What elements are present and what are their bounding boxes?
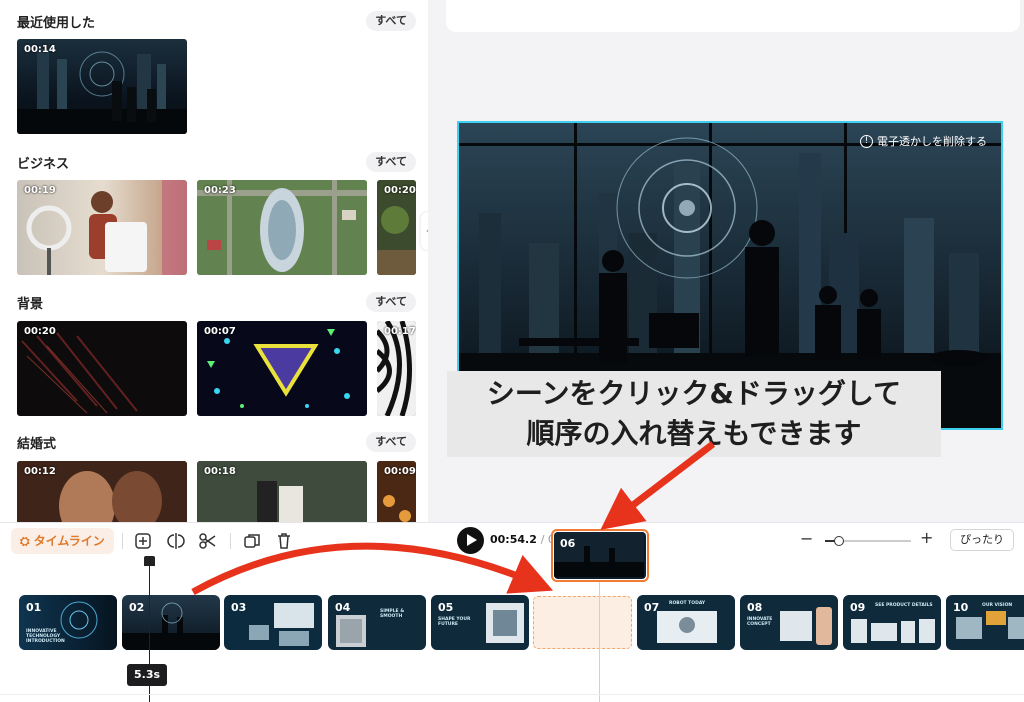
scene-clip[interactable]: 01 INNOVATIVE TECHNOLOGY INTRODUCTION: [19, 595, 117, 650]
trash-icon[interactable]: [273, 530, 295, 552]
timeline-icon: ⛭: [20, 534, 30, 548]
zoom-in-icon[interactable]: +: [920, 528, 933, 547]
fit-button[interactable]: ぴったり: [950, 529, 1014, 551]
video-thumbnail[interactable]: 00:20: [377, 180, 416, 275]
clip-caption: OUR VISION: [982, 603, 1013, 608]
divider: [122, 533, 123, 549]
split-icon[interactable]: [165, 530, 187, 552]
clip-number: 07: [644, 601, 660, 614]
scene-clip[interactable]: 02: [122, 595, 220, 650]
section-title: ビジネス: [17, 157, 70, 172]
current-time: 00:54.2: [490, 533, 537, 546]
scene-clip[interactable]: 05 SHAPE YOUR FUTURE: [431, 595, 529, 650]
section-title: 背景: [17, 297, 44, 312]
clip-number: 10: [953, 601, 969, 614]
divider: [0, 694, 1024, 695]
clip-caption: INNOVATE CONCEPT: [747, 617, 773, 627]
video-thumbnail[interactable]: 00:17: [377, 321, 416, 416]
scene-clip[interactable]: 09 SEE PRODUCT DETAILS: [843, 595, 941, 650]
duration-label: 00:20: [24, 326, 56, 337]
remove-watermark-button[interactable]: ! 電子透かしを削除する: [860, 133, 987, 149]
clip-number: 03: [231, 601, 247, 614]
timeline-button[interactable]: ⛭ タイムライン: [11, 528, 114, 554]
drop-placeholder: [533, 596, 632, 649]
playhead-handle[interactable]: [144, 556, 155, 566]
duration-label: 00:17: [384, 326, 416, 337]
duration-label: 00:09: [384, 466, 416, 477]
section-title: 最近使用した: [17, 16, 96, 31]
section-title: 結婚式: [17, 437, 57, 452]
duration-tooltip: 5.3s: [127, 664, 168, 686]
clip-number: 04: [335, 601, 351, 614]
remove-watermark-label: 電子透かしを削除する: [877, 135, 987, 148]
clip-caption: SHAPE YOUR FUTURE: [438, 617, 471, 627]
annotation-line-2: 順序の入れ替えもできます: [526, 417, 862, 450]
video-thumbnail[interactable]: 00:19: [17, 180, 187, 275]
scene-clip[interactable]: 07 ROBOT TODAY: [637, 595, 735, 650]
see-all-button[interactable]: すべて: [366, 432, 416, 452]
timeline-toolbar: ⛭ タイムライン 00:54.2 / 01 − + ぴったり: [0, 522, 1024, 560]
scene-clip[interactable]: 03: [224, 595, 322, 650]
duration-label: 00:18: [204, 466, 236, 477]
scene-clip[interactable]: 08 INNOVATE CONCEPT: [740, 595, 838, 650]
annotation-line-1: シーンをクリック&ドラッグして: [486, 377, 902, 410]
video-thumbnail[interactable]: 00:20: [17, 321, 187, 416]
clip-number: 01: [26, 601, 42, 614]
clip-number: 02: [129, 601, 145, 614]
duration-label: 00:23: [204, 185, 236, 196]
drop-indicator-line: [599, 580, 600, 702]
clip-caption: SIMPLE & SMOOTH: [380, 609, 405, 619]
template-panel: 最近使用した すべて 00:14 ビジネス すべて 00:19 00:23 00…: [0, 0, 428, 522]
play-button[interactable]: [457, 527, 484, 554]
add-scene-icon[interactable]: [132, 530, 154, 552]
timeline-label: タイムライン: [33, 534, 105, 548]
video-thumbnail[interactable]: 00:07: [197, 321, 367, 416]
clip-caption: INNOVATIVE TECHNOLOGY INTRODUCTION: [26, 629, 65, 644]
clip-number: 05: [438, 601, 454, 614]
clip-caption: ROBOT TODAY: [669, 601, 706, 606]
video-thumbnail[interactable]: 00:12: [17, 461, 187, 522]
alert-icon: !: [860, 134, 873, 148]
top-card: [446, 0, 1020, 32]
scene-clip[interactable]: 04 SIMPLE & SMOOTH: [328, 595, 426, 650]
duration-label: 00:07: [204, 326, 236, 337]
duration-label: 00:14: [24, 44, 56, 55]
dragging-clip-thumbnail: 06: [554, 532, 646, 579]
video-thumbnail[interactable]: 00:14: [17, 39, 187, 134]
clip-caption: SEE PRODUCT DETAILS: [875, 603, 933, 608]
duration-label: 00:19: [24, 185, 56, 196]
dragging-scene-clip[interactable]: 06: [551, 529, 649, 582]
divider: [230, 533, 231, 549]
zoom-slider-handle[interactable]: [834, 536, 844, 546]
see-all-button[interactable]: すべて: [366, 292, 416, 312]
clip-number: 08: [747, 601, 763, 614]
duration-label: 00:12: [24, 466, 56, 477]
scissors-icon[interactable]: [197, 530, 219, 552]
see-all-button[interactable]: すべて: [366, 152, 416, 172]
video-thumbnail[interactable]: 00:09: [377, 461, 416, 522]
zoom-out-icon[interactable]: −: [800, 529, 813, 548]
video-thumbnail[interactable]: 00:23: [197, 180, 367, 275]
clip-number: 06: [560, 537, 576, 550]
see-all-button[interactable]: すべて: [366, 11, 416, 31]
video-thumbnail[interactable]: 00:18: [197, 461, 367, 522]
scene-clip[interactable]: 10 OUR VISION: [946, 595, 1024, 650]
duplicate-icon[interactable]: [241, 530, 263, 552]
annotation-box: シーンをクリック&ドラッグして 順序の入れ替えもできます: [447, 371, 941, 457]
clip-number: 09: [850, 601, 866, 614]
duration-label: 00:20: [384, 185, 416, 196]
